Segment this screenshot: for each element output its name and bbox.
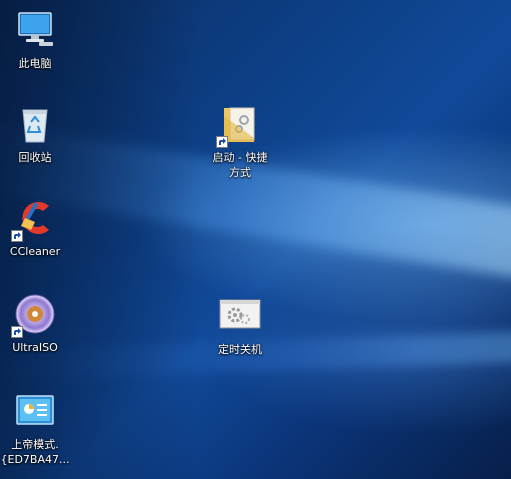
desktop-icon-label: CCleaner — [9, 245, 61, 258]
desktop-icon-label: UltraISO — [12, 341, 58, 354]
shortcut-arrow-icon — [11, 326, 23, 338]
desktop-icon-startup-shortcut[interactable]: 启动 - 快捷 方式 — [202, 102, 278, 180]
desktop-icon-label: 上帝模式. {ED7BA47... — [0, 438, 70, 466]
folder-icon — [216, 102, 262, 148]
control-panel-icon — [13, 389, 57, 433]
desktop-icon-timed-shutdown[interactable]: 定时关机 — [202, 294, 278, 357]
recycle-bin-icon — [13, 102, 57, 146]
desktop-icon-this-pc[interactable]: 此电脑 — [0, 8, 73, 71]
desktop-icon-god-mode[interactable]: 上帝模式. {ED7BA47... — [0, 389, 73, 467]
shortcut-arrow-icon — [11, 230, 23, 242]
desktop-icon-label: 此电脑 — [18, 57, 52, 70]
monitor-icon — [13, 8, 57, 52]
desktop-icon-recycle-bin[interactable]: 回收站 — [0, 102, 73, 165]
desktop-icon-label: 定时关机 — [218, 343, 262, 356]
settings-gear-icon — [218, 294, 262, 338]
shortcut-arrow-icon — [216, 136, 228, 148]
desktop-icon-ccleaner[interactable]: CCleaner — [0, 196, 73, 259]
ccleaner-icon — [11, 196, 57, 242]
desktop-icon-label: 启动 - 快捷 方式 — [212, 151, 268, 179]
desktop-icon-label: 回收站 — [18, 151, 52, 164]
desktop-icon-ultraiso[interactable]: UltraISO — [0, 292, 73, 355]
desktop-wallpaper — [0, 0, 511, 479]
ultraiso-disc-icon — [11, 292, 57, 338]
